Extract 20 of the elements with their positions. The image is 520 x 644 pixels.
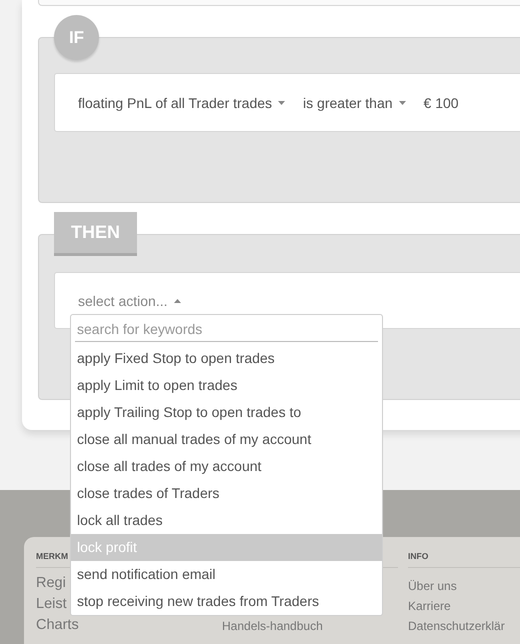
menu-item[interactable]: close trades of Traders: [71, 480, 382, 507]
column-heading: MERKM: [36, 551, 68, 561]
menu-item[interactable]: apply Trailing Stop to open trades to: [71, 399, 382, 426]
condition-dropdown[interactable]: is greater than: [303, 94, 406, 110]
action-select[interactable]: select action...: [78, 292, 180, 308]
then-label: THEN: [54, 212, 137, 256]
menu-item[interactable]: apply Fixed Stop to open trades: [71, 345, 382, 372]
column-heading: INFO: [408, 551, 428, 561]
menu-item[interactable]: close all manual trades of my account: [71, 426, 382, 453]
caret-icon: [174, 298, 180, 302]
caret-icon: [398, 100, 406, 104]
condition-dropdown[interactable]: floating PnL of all Trader trades: [78, 94, 286, 110]
menu-item[interactable]: apply Limit to open trades: [71, 372, 382, 399]
menu-item[interactable]: stop receiving new trades from Traders: [71, 588, 382, 615]
value-text: € 100: [424, 94, 459, 110]
menu-item[interactable]: send notification email: [71, 561, 382, 588]
menu-item[interactable]: close all trades of my account: [71, 453, 382, 480]
menu-item[interactable]: lock all trades: [71, 507, 382, 534]
caret-icon: [278, 100, 286, 104]
if-badge: IF: [54, 15, 99, 60]
